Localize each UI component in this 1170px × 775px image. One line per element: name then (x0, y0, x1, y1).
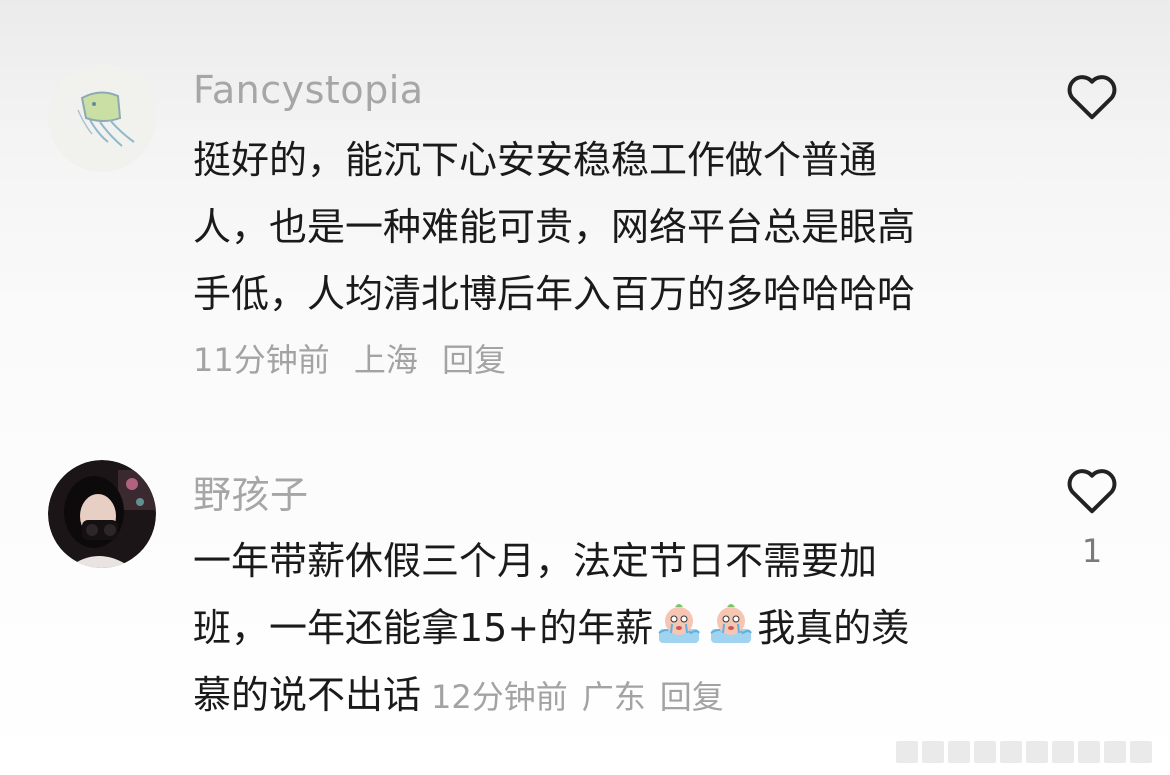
comment-location: 上海 (353, 341, 418, 379)
comment-location: 广东 (581, 678, 646, 716)
comment-line-with-meta: 慕的说不出话 12分钟前 广东 回复 (193, 662, 1013, 731)
comment-item: 野孩子 一年带薪休假三个月，法定节日不需要加 班，一年还能拿15+的年薪 我真的… (0, 440, 1170, 775)
comment-line: 手低，人均清北博后年入百万的多哈哈哈哈 (193, 272, 916, 316)
reply-button[interactable]: 回复 (660, 678, 724, 716)
crying-peach-emoji-icon (655, 599, 703, 647)
comment-time: 11分钟前 (193, 341, 330, 379)
username[interactable]: Fancystopia (193, 68, 424, 112)
comment-item: Fancystopia 挺好的，能沉下心安安稳稳工作做个普通 人，也是一种难能可… (0, 0, 1170, 420)
heart-outline-icon[interactable] (1062, 460, 1122, 520)
comment-line: 人，也是一种难能可贵，网络平台总是眼高 (193, 205, 916, 249)
comment-text: 一年带薪休假三个月，法定节日不需要加 班，一年还能拿15+的年薪 我真的羡 慕的… (193, 528, 1013, 731)
heart-outline-icon[interactable] (1062, 66, 1122, 126)
comment-text-part: 班，一年还能拿15+的年薪 (193, 606, 654, 650)
comment-line-with-emoji: 班，一年还能拿15+的年薪 我真的羡 (193, 595, 1013, 662)
reply-button[interactable]: 回复 (442, 341, 506, 379)
comment-line: 一年带薪休假三个月，法定节日不需要加 (193, 539, 878, 583)
comment-time: 12分钟前 (431, 678, 568, 716)
crying-peach-emoji-icon (707, 599, 755, 647)
comment-line: 挺好的，能沉下心安安稳稳工作做个普通 (193, 138, 878, 182)
like-count: 1 (1081, 532, 1103, 570)
jellyfish-sketch-avatar[interactable] (48, 64, 156, 172)
comment-meta: 11分钟前 上海 回复 (193, 335, 520, 381)
comment-meta: 12分钟前 广东 回复 (431, 678, 738, 716)
comment-text: 挺好的，能沉下心安安稳稳工作做个普通 人，也是一种难能可贵，网络平台总是眼高 手… (193, 127, 1013, 328)
comment-text-part: 我真的羡 (757, 606, 910, 650)
comment-text-part: 慕的说不出话 (193, 673, 422, 717)
girl-photo-avatar[interactable] (48, 460, 156, 568)
username[interactable]: 野孩子 (193, 464, 309, 519)
watermark (896, 741, 1152, 763)
